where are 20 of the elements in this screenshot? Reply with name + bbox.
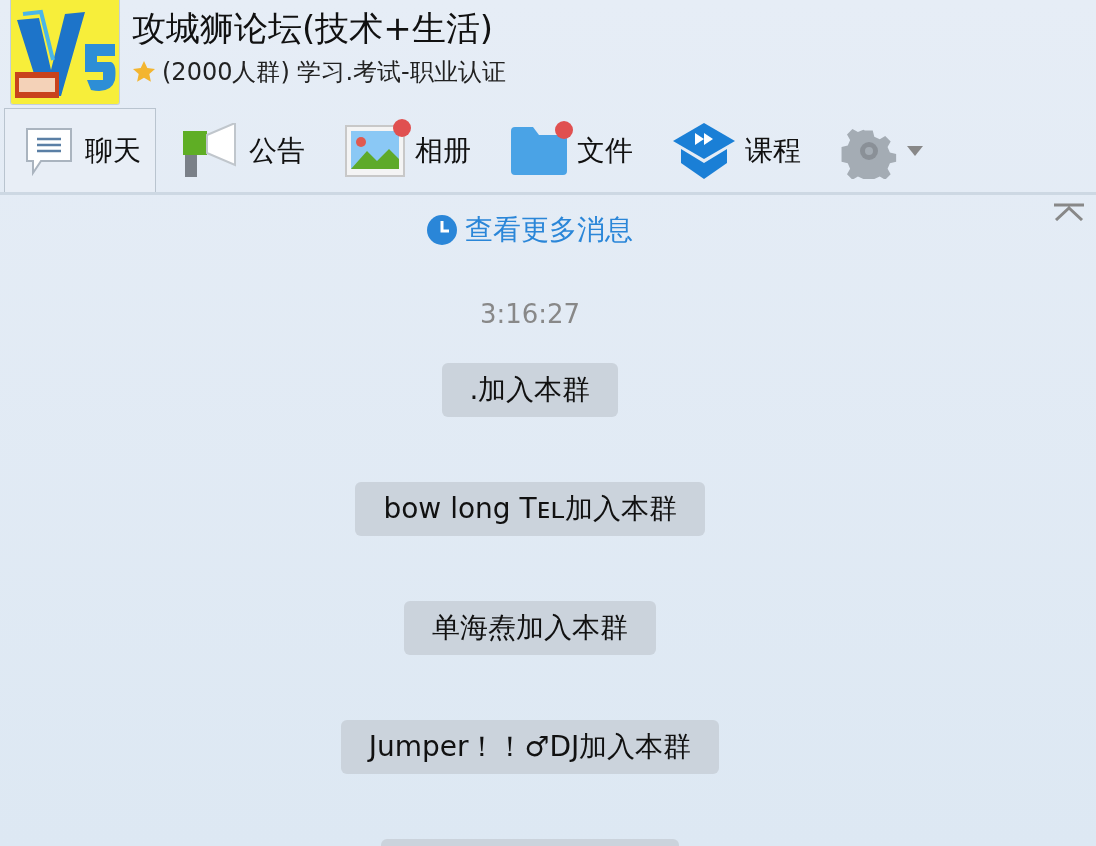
toolbar-tab[interactable]: 课程 [654, 108, 816, 192]
toolbar-tab[interactable]: 公告 [162, 108, 320, 192]
system-message: 单海焘加入本群 [404, 601, 656, 655]
system-message: .加入本群 [441, 363, 619, 417]
megaphone-icon [181, 122, 239, 179]
system-message: Jumper！！♂DJ加入本群 [340, 720, 720, 774]
system-message: bow long Tᴇʟ加入本群 [355, 482, 705, 536]
folder-icon [511, 126, 567, 175]
toolbar-tab[interactable]: 文件 [492, 108, 648, 192]
group-subtitle: (2000人群) 学习.考试-职业认证 [162, 57, 506, 88]
clock-icon [427, 215, 457, 245]
toolbar-tab[interactable]: 聊天 [4, 108, 156, 192]
star-icon [132, 60, 156, 84]
group-title: 攻城狮论坛(技术+生活) [132, 7, 495, 50]
play-box-icon [673, 122, 735, 179]
image-icon [345, 124, 405, 177]
toolbar-tab[interactable]: 相册 [326, 108, 486, 192]
scroll-to-top-icon[interactable] [1054, 203, 1084, 221]
caret-icon [907, 145, 923, 156]
message-timestamp: 3:16:27 [479, 299, 581, 329]
